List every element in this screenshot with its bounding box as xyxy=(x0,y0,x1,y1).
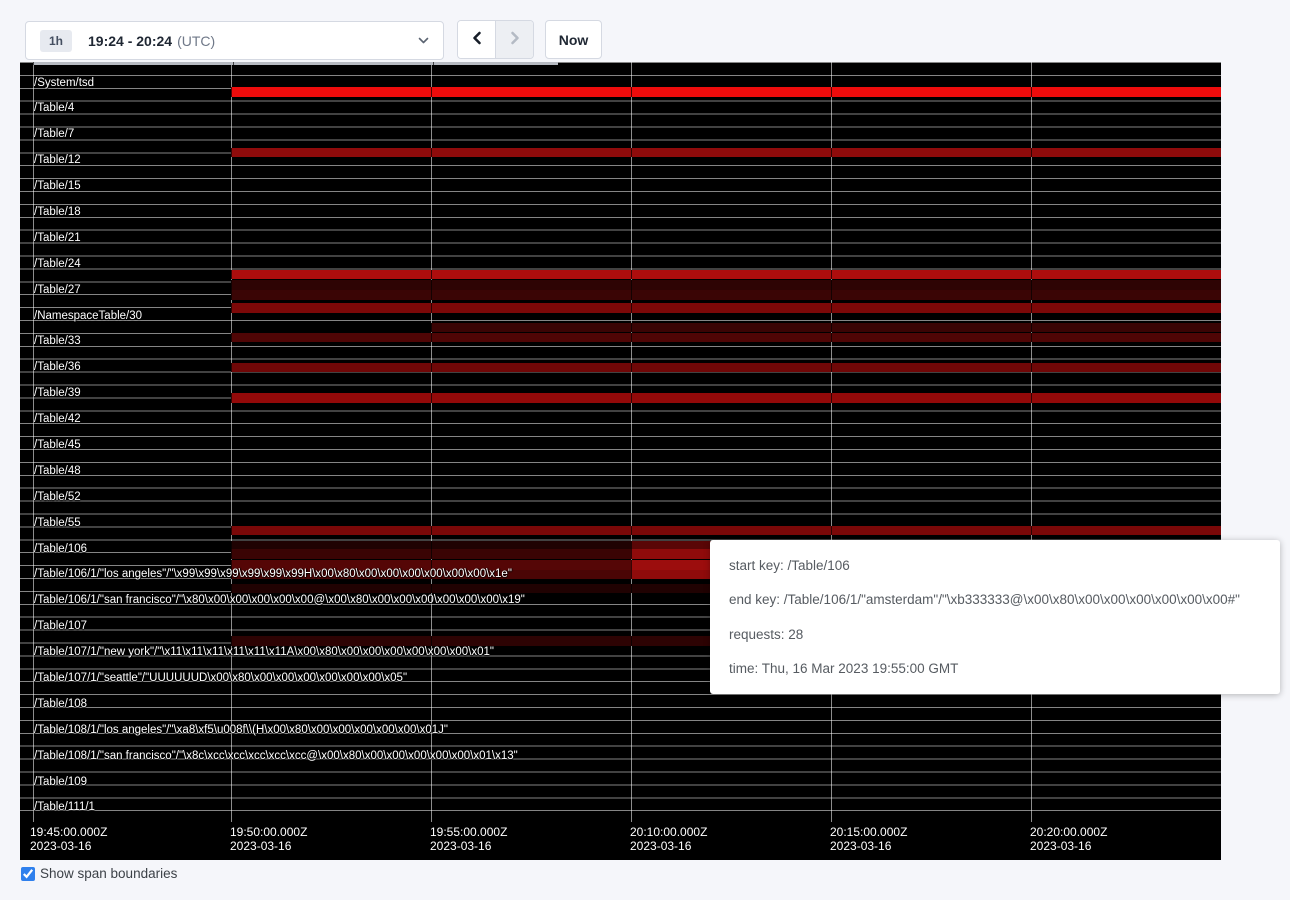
x-axis-time: 19:50:00.000Z xyxy=(230,825,307,839)
x-axis-tick: 20:20:00.000Z2023-03-16 xyxy=(1030,825,1107,853)
heat-band[interactable] xyxy=(231,270,1221,280)
heat-band[interactable] xyxy=(231,549,631,559)
row-label: /Table/15 xyxy=(34,180,81,193)
tooltip-line: requests: 28 xyxy=(729,627,1280,642)
row-label: /Table/42 xyxy=(34,413,81,426)
x-axis-date: 2023-03-16 xyxy=(30,839,107,853)
time-nav-group xyxy=(457,20,534,59)
row-label: /Table/33 xyxy=(34,335,81,348)
row-label: /Table/106/1/"san francisco"/"\x80\x00\x… xyxy=(34,594,525,607)
tooltip-line: time: Thu, 16 Mar 2023 19:55:00 GMT xyxy=(729,661,1280,676)
row-label: /Table/39 xyxy=(34,387,81,400)
x-axis-time: 19:45:00.000Z xyxy=(30,825,107,839)
time-range-label: 19:24 - 20:24 xyxy=(88,33,172,49)
row-label: /NamespaceTable/30 xyxy=(34,310,142,323)
next-button[interactable] xyxy=(496,21,533,58)
x-axis-time: 20:15:00.000Z xyxy=(830,825,907,839)
chevron-down-icon xyxy=(418,37,429,45)
x-axis-tick: 19:55:00.000Z2023-03-16 xyxy=(430,825,507,853)
x-axis-date: 2023-03-16 xyxy=(230,839,307,853)
row-label: /System/tsd xyxy=(34,77,94,90)
x-axis-tick: 20:10:00.000Z2023-03-16 xyxy=(630,825,707,853)
heat-band[interactable] xyxy=(231,303,1221,313)
row-label: /Table/106 xyxy=(34,543,87,556)
heat-band[interactable] xyxy=(231,280,1221,290)
vertical-gridline xyxy=(631,62,632,822)
row-label: /Table/4 xyxy=(34,102,74,115)
timezone-label: (UTC) xyxy=(177,33,215,49)
x-axis-date: 2023-03-16 xyxy=(830,839,907,853)
x-axis-date: 2023-03-16 xyxy=(630,839,707,853)
vertical-gridline xyxy=(831,62,832,822)
x-axis-tick: 19:50:00.000Z2023-03-16 xyxy=(230,825,307,853)
row-label: /Table/109 xyxy=(34,776,87,789)
key-visualizer-canvas[interactable]: /System/tsd/Table/4/Table/7/Table/12/Tab… xyxy=(20,62,1221,860)
x-axis-time: 19:55:00.000Z xyxy=(430,825,507,839)
heat-band[interactable] xyxy=(231,541,631,549)
row-label: /Table/36 xyxy=(34,361,81,374)
x-axis-tick: 20:15:00.000Z2023-03-16 xyxy=(830,825,907,853)
row-label: /Table/48 xyxy=(34,465,81,478)
tooltip-line: end key: /Table/106/1/"amsterdam"/"\xb33… xyxy=(729,592,1280,607)
tooltip-line: start key: /Table/106 xyxy=(729,558,1280,573)
row-label: /Table/107/1/"seattle"/"UUUUUUD\x00\x80\… xyxy=(34,672,407,685)
heat-band[interactable] xyxy=(33,62,558,65)
row-label: /Table/111/1 xyxy=(34,801,95,814)
time-range-selector[interactable]: 1h 19:24 - 20:24 (UTC) xyxy=(25,21,444,60)
heat-band[interactable] xyxy=(231,148,1221,157)
x-axis-date: 2023-03-16 xyxy=(1030,839,1107,853)
now-button[interactable]: Now xyxy=(545,20,602,59)
row-label: /Table/108 xyxy=(34,698,87,711)
x-axis-tick: 19:45:00.000Z2023-03-16 xyxy=(30,825,107,853)
key-visualizer-page: 1h 19:24 - 20:24 (UTC) Now /System/tsd/T… xyxy=(0,0,1290,900)
row-label: /Table/24 xyxy=(34,258,81,271)
vertical-gridline xyxy=(231,62,232,822)
chevron-right-icon xyxy=(508,30,522,49)
footer: Show span boundaries xyxy=(21,866,177,881)
prev-button[interactable] xyxy=(458,21,496,58)
duration-badge: 1h xyxy=(40,30,72,52)
hover-tooltip: start key: /Table/106 end key: /Table/106… xyxy=(710,540,1280,694)
row-label: /Table/21 xyxy=(34,232,81,245)
heat-band[interactable] xyxy=(231,363,1221,373)
row-label: /Table/52 xyxy=(34,491,81,504)
vertical-gridline xyxy=(1031,62,1032,822)
row-label: /Table/55 xyxy=(34,517,81,530)
heat-band[interactable] xyxy=(231,290,1221,300)
row-label: /Table/7 xyxy=(34,128,74,141)
row-label: /Table/106/1/"los angeles"/"\x99\x99\x99… xyxy=(34,568,512,581)
heatmap-row-gridlines xyxy=(20,62,1221,822)
heat-band[interactable] xyxy=(231,393,1221,403)
row-label: /Table/108/1/"los angeles"/"\xa8\xf5\u00… xyxy=(34,724,448,737)
x-axis-time: 20:10:00.000Z xyxy=(630,825,707,839)
row-label: /Table/45 xyxy=(34,439,81,452)
chevron-left-icon xyxy=(470,30,484,49)
row-label: /Table/107/1/"new york"/"\x11\x11\x11\x1… xyxy=(34,646,494,659)
row-label: /Table/108/1/"san francisco"/"\x8c\xcc\x… xyxy=(34,750,518,763)
heat-band[interactable] xyxy=(231,333,1221,343)
x-axis-time: 20:20:00.000Z xyxy=(1030,825,1107,839)
x-axis-date: 2023-03-16 xyxy=(430,839,507,853)
heat-band[interactable] xyxy=(231,87,1221,97)
row-label: /Table/12 xyxy=(34,154,81,167)
span-boundaries-label: Show span boundaries xyxy=(40,866,177,881)
row-label: /Table/27 xyxy=(34,284,81,297)
row-label: /Table/18 xyxy=(34,206,81,219)
row-label: /Table/107 xyxy=(34,620,87,633)
vertical-gridline xyxy=(431,62,432,822)
span-boundaries-checkbox[interactable] xyxy=(21,867,35,881)
heat-band[interactable] xyxy=(231,526,1221,536)
heat-band[interactable] xyxy=(431,323,1221,332)
